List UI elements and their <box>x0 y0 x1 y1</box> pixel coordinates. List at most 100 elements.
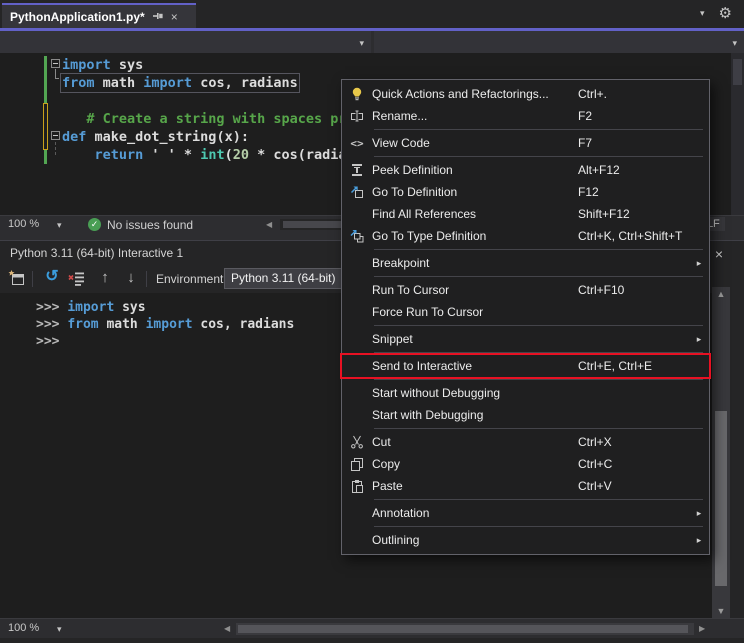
code-token: def <box>62 129 95 145</box>
menu-item-cut[interactable]: Cut Ctrl+X <box>342 431 709 453</box>
scroll-left-icon[interactable]: ◀ <box>266 220 272 229</box>
document-tab-bar: PythonApplication1.py* × ▾ ⚙ <box>0 0 744 28</box>
reset-repl-icon[interactable]: ↺ <box>42 268 62 286</box>
submenu-caret-icon: ▸ <box>689 258 709 269</box>
go-to-definition-icon <box>342 185 372 199</box>
menu-separator <box>374 156 703 157</box>
submenu-caret-icon: ▸ <box>689 508 709 519</box>
code-line[interactable]: import sys <box>62 56 379 74</box>
close-tab-icon[interactable]: × <box>171 11 178 23</box>
menu-item-shortcut: Alt+F12 <box>578 163 709 177</box>
code-token: ' ' <box>151 147 175 163</box>
menu-item-outlining[interactable]: Outlining ▸ <box>342 529 709 551</box>
view-code-icon: <> <box>342 137 372 150</box>
menu-item-shortcut: Shift+F12 <box>578 207 709 221</box>
types-dropdown[interactable]: ▾ <box>0 31 371 53</box>
chevron-down-icon: ▾ <box>359 38 364 49</box>
clear-screen-icon[interactable] <box>68 271 85 291</box>
close-panel-icon[interactable]: × <box>708 244 730 264</box>
menu-item-quick-actions[interactable]: Quick Actions and Refactorings... Ctrl+. <box>342 83 709 105</box>
panel-status-bar: 100 % ▾ ◀ ▶ <box>0 618 744 638</box>
code-line[interactable]: def make_dot_string(x): <box>62 128 379 146</box>
code-line[interactable] <box>62 92 379 110</box>
new-interactive-window-icon[interactable] <box>8 270 26 292</box>
scroll-up-icon[interactable]: ▲ <box>712 289 730 299</box>
gear-icon[interactable]: ⚙ <box>719 6 732 21</box>
menu-separator <box>374 499 703 500</box>
editor-zoom-level[interactable]: 100 % <box>8 218 39 230</box>
issues-status[interactable]: No issues found <box>107 218 193 232</box>
environment-value: Python 3.11 (64-bit) <box>231 271 336 285</box>
menu-item-go-to-definition[interactable]: Go To Definition F12 <box>342 181 709 203</box>
code-line[interactable]: # Create a string with spaces propor <box>62 110 379 128</box>
menu-item-shortcut: F12 <box>578 185 709 199</box>
repl-token: >>> <box>36 300 67 315</box>
zoom-chevron-icon[interactable]: ▾ <box>57 220 62 231</box>
editor-vertical-scroll-thumb[interactable] <box>733 59 742 85</box>
code-line[interactable]: from math import cos, radians <box>62 74 379 92</box>
menu-item-go-to-type-definition[interactable]: Go To Type Definition Ctrl+K, Ctrl+Shift… <box>342 225 709 247</box>
panel-horizontal-scrollbar[interactable] <box>236 623 694 635</box>
change-bar-saved <box>44 56 47 103</box>
menu-item-label: Copy <box>372 457 578 471</box>
history-next-icon[interactable]: ↓ <box>122 269 140 287</box>
code-token: ( <box>225 147 233 163</box>
menu-item-start-without-debugging[interactable]: Start without Debugging <box>342 382 709 404</box>
menu-item-view-code[interactable]: <> View Code F7 <box>342 132 709 154</box>
scroll-right-icon[interactable]: ▶ <box>699 624 705 633</box>
panel-vertical-scroll-thumb[interactable] <box>715 411 727 586</box>
repl-token: >>> <box>36 334 59 349</box>
panel-vertical-scrollbar[interactable]: ▲ ▼ <box>712 287 730 618</box>
menu-item-find-all-references[interactable]: Find All References Shift+F12 <box>342 203 709 225</box>
menu-item-label: Cut <box>372 435 578 449</box>
change-bar-unsaved <box>43 103 48 150</box>
menu-separator <box>374 249 703 250</box>
menu-separator <box>374 428 703 429</box>
menu-item-paste[interactable]: Paste Ctrl+V <box>342 475 709 497</box>
pin-icon[interactable] <box>152 10 164 24</box>
menu-item-copy[interactable]: Copy Ctrl+C <box>342 453 709 475</box>
submenu-caret-icon: ▸ <box>689 334 709 345</box>
code-area[interactable]: import sys from math import cos, radians… <box>62 56 379 164</box>
menu-item-snippet[interactable]: Snippet ▸ <box>342 328 709 350</box>
change-bar-saved <box>44 150 47 164</box>
code-token: cos <box>273 147 297 163</box>
menu-item-annotation[interactable]: Annotation ▸ <box>342 502 709 524</box>
code-line[interactable]: return ' ' * int(20 * cos(radia <box>62 146 379 164</box>
repl-token: sys <box>122 300 145 315</box>
check-icon: ✓ <box>88 218 101 231</box>
menu-item-label: View Code <box>372 136 578 150</box>
menu-item-label: Outlining <box>372 533 578 547</box>
menu-separator <box>374 379 703 380</box>
toolbar-separator <box>32 271 33 287</box>
scroll-left-icon[interactable]: ◀ <box>224 624 230 633</box>
fold-bracket <box>55 69 59 79</box>
menu-item-run-to-cursor[interactable]: Run To Cursor Ctrl+F10 <box>342 279 709 301</box>
scroll-down-icon[interactable]: ▼ <box>712 606 730 616</box>
code-token: return <box>62 147 151 163</box>
menu-item-start-with-debugging[interactable]: Start with Debugging <box>342 404 709 426</box>
menu-item-breakpoint[interactable]: Breakpoint ▸ <box>342 252 709 274</box>
fold-marker-icon[interactable] <box>51 59 60 68</box>
panel-horizontal-scroll-thumb[interactable] <box>238 625 688 633</box>
toolbar-separator <box>146 271 147 287</box>
tab-pythonapplication1[interactable]: PythonApplication1.py* × <box>2 3 196 28</box>
menu-item-send-to-interactive[interactable]: Send to Interactive Ctrl+E, Ctrl+E <box>342 355 709 377</box>
tab-list-chevron-icon[interactable]: ▾ <box>700 8 705 19</box>
menu-item-force-run-to-cursor[interactable]: Force Run To Cursor <box>342 301 709 323</box>
code-token: cos, radians <box>200 75 298 91</box>
menu-item-label: Run To Cursor <box>372 283 578 297</box>
members-dropdown[interactable]: ▾ <box>374 31 744 53</box>
fold-marker-icon[interactable] <box>51 131 60 140</box>
panel-zoom-level[interactable]: 100 % <box>8 622 39 634</box>
menu-item-rename[interactable]: Rename... F2 <box>342 105 709 127</box>
history-previous-icon[interactable]: ↑ <box>96 269 114 287</box>
environment-dropdown[interactable]: Python 3.11 (64-bit) <box>224 268 344 289</box>
scissors-icon <box>342 435 372 449</box>
menu-item-label: Snippet <box>372 332 578 346</box>
zoom-chevron-icon[interactable]: ▾ <box>57 624 62 635</box>
paste-icon <box>342 479 372 493</box>
copy-icon <box>342 457 372 471</box>
menu-item-label: Find All References <box>372 207 578 221</box>
menu-item-peek-definition[interactable]: Peek Definition Alt+F12 <box>342 159 709 181</box>
